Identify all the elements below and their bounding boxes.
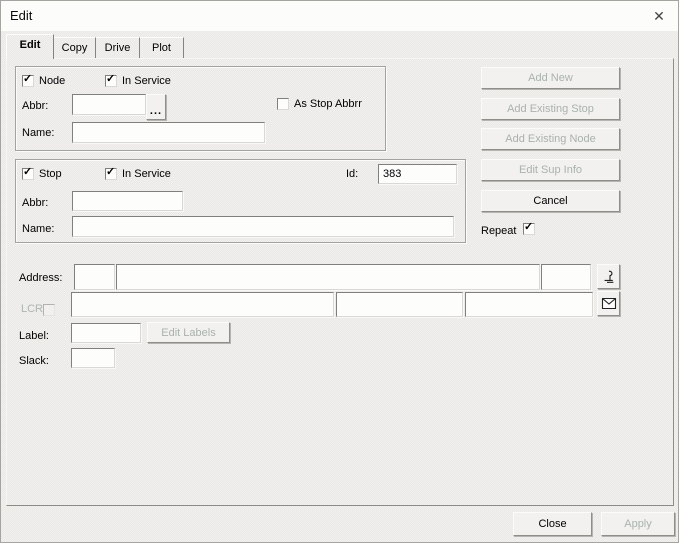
address-label: Address: — [19, 272, 63, 284]
titlebar: Edit ✕ — [1, 1, 678, 31]
check-icon: ✓ — [524, 221, 534, 233]
repeat-checkbox[interactable]: ✓ — [523, 221, 535, 235]
stop-in-service-label: In Service — [122, 168, 171, 180]
edit-dialog: Edit ✕ Edit Copy Drive Plot ✓ Node ✓ In … — [0, 0, 679, 543]
address-zip-input[interactable] — [465, 292, 593, 317]
node-in-service-label: In Service — [122, 75, 171, 87]
node-name-label: Name: — [22, 127, 55, 139]
check-icon: ✓ — [23, 166, 33, 178]
stop-name-input[interactable] — [72, 216, 454, 237]
dialog-client-area: Edit Copy Drive Plot ✓ Node ✓ In Service… — [1, 31, 678, 542]
phone-icon — [601, 269, 616, 285]
stop-groupbox: ✓ Stop ✓ In Service Id: Abbr: Name: — [15, 159, 466, 243]
tab-drive[interactable]: Drive — [96, 37, 140, 58]
stop-in-service-checkbox[interactable]: ✓ — [105, 166, 117, 180]
add-existing-node-button[interactable]: Add Existing Node — [481, 128, 620, 150]
phone-button[interactable] — [597, 264, 620, 289]
add-existing-stop-button[interactable]: Add Existing Stop — [481, 98, 620, 120]
edit-labels-button[interactable]: Edit Labels — [147, 322, 230, 343]
stop-checkbox-label: Stop — [39, 168, 62, 180]
lcr-checkbox[interactable]: ✓ — [43, 304, 55, 316]
node-groupbox: ✓ Node ✓ In Service Abbr: ... ✓ As Stop … — [15, 66, 386, 151]
repeat-label: Repeat — [481, 225, 517, 237]
check-icon: ✓ — [106, 73, 116, 85]
window-title: Edit — [10, 8, 33, 23]
address-suffix-input[interactable] — [541, 264, 591, 290]
node-name-input[interactable] — [72, 122, 265, 143]
node-abbr-input[interactable] — [72, 94, 146, 115]
lcr-label: LCR — [21, 303, 44, 315]
close-button[interactable]: Close — [513, 512, 592, 536]
stop-abbr-input[interactable] — [72, 191, 183, 211]
node-in-service-checkbox[interactable]: ✓ — [105, 73, 117, 87]
node-abbr-label: Abbr: — [22, 100, 49, 112]
address-street-input[interactable] — [116, 264, 540, 290]
stop-abbr-label: Abbr: — [22, 197, 49, 209]
stop-name-label: Name: — [22, 223, 55, 235]
as-stop-abbr-checkbox[interactable]: ✓ — [277, 98, 289, 110]
node-checkbox[interactable]: ✓ — [22, 73, 34, 87]
as-stop-abbr-label: As Stop Abbrr — [294, 98, 362, 110]
slack-input[interactable] — [71, 348, 115, 368]
apply-button[interactable]: Apply — [601, 512, 675, 536]
tab-plot[interactable]: Plot — [140, 37, 184, 58]
address-city-input[interactable] — [71, 292, 334, 317]
tab-copy[interactable]: Copy — [54, 37, 96, 58]
address-state-input[interactable] — [336, 292, 463, 317]
check-icon: ✓ — [106, 166, 116, 178]
add-new-button[interactable]: Add New — [481, 67, 620, 89]
stop-id-input[interactable] — [378, 164, 457, 184]
node-checkbox-label: Node — [39, 75, 66, 87]
abbr-browse-button[interactable]: ... — [146, 94, 166, 120]
tab-edit[interactable]: Edit — [6, 34, 54, 59]
address-number-input[interactable] — [74, 264, 115, 290]
edit-tab-page: ✓ Node ✓ In Service Abbr: ... ✓ As Stop … — [6, 58, 674, 506]
label-input[interactable] — [71, 323, 141, 343]
check-icon: ✓ — [23, 73, 33, 85]
stop-id-label: Id: — [346, 168, 359, 180]
edit-sup-info-button[interactable]: Edit Sup Info — [481, 159, 620, 181]
stop-checkbox[interactable]: ✓ — [22, 166, 34, 180]
slack-label: Slack: — [19, 355, 49, 367]
cancel-button[interactable]: Cancel — [481, 190, 620, 212]
label-label: Label: — [19, 330, 49, 342]
mail-icon — [601, 297, 617, 310]
mail-button[interactable] — [597, 291, 620, 316]
close-icon[interactable]: ✕ — [649, 6, 669, 26]
